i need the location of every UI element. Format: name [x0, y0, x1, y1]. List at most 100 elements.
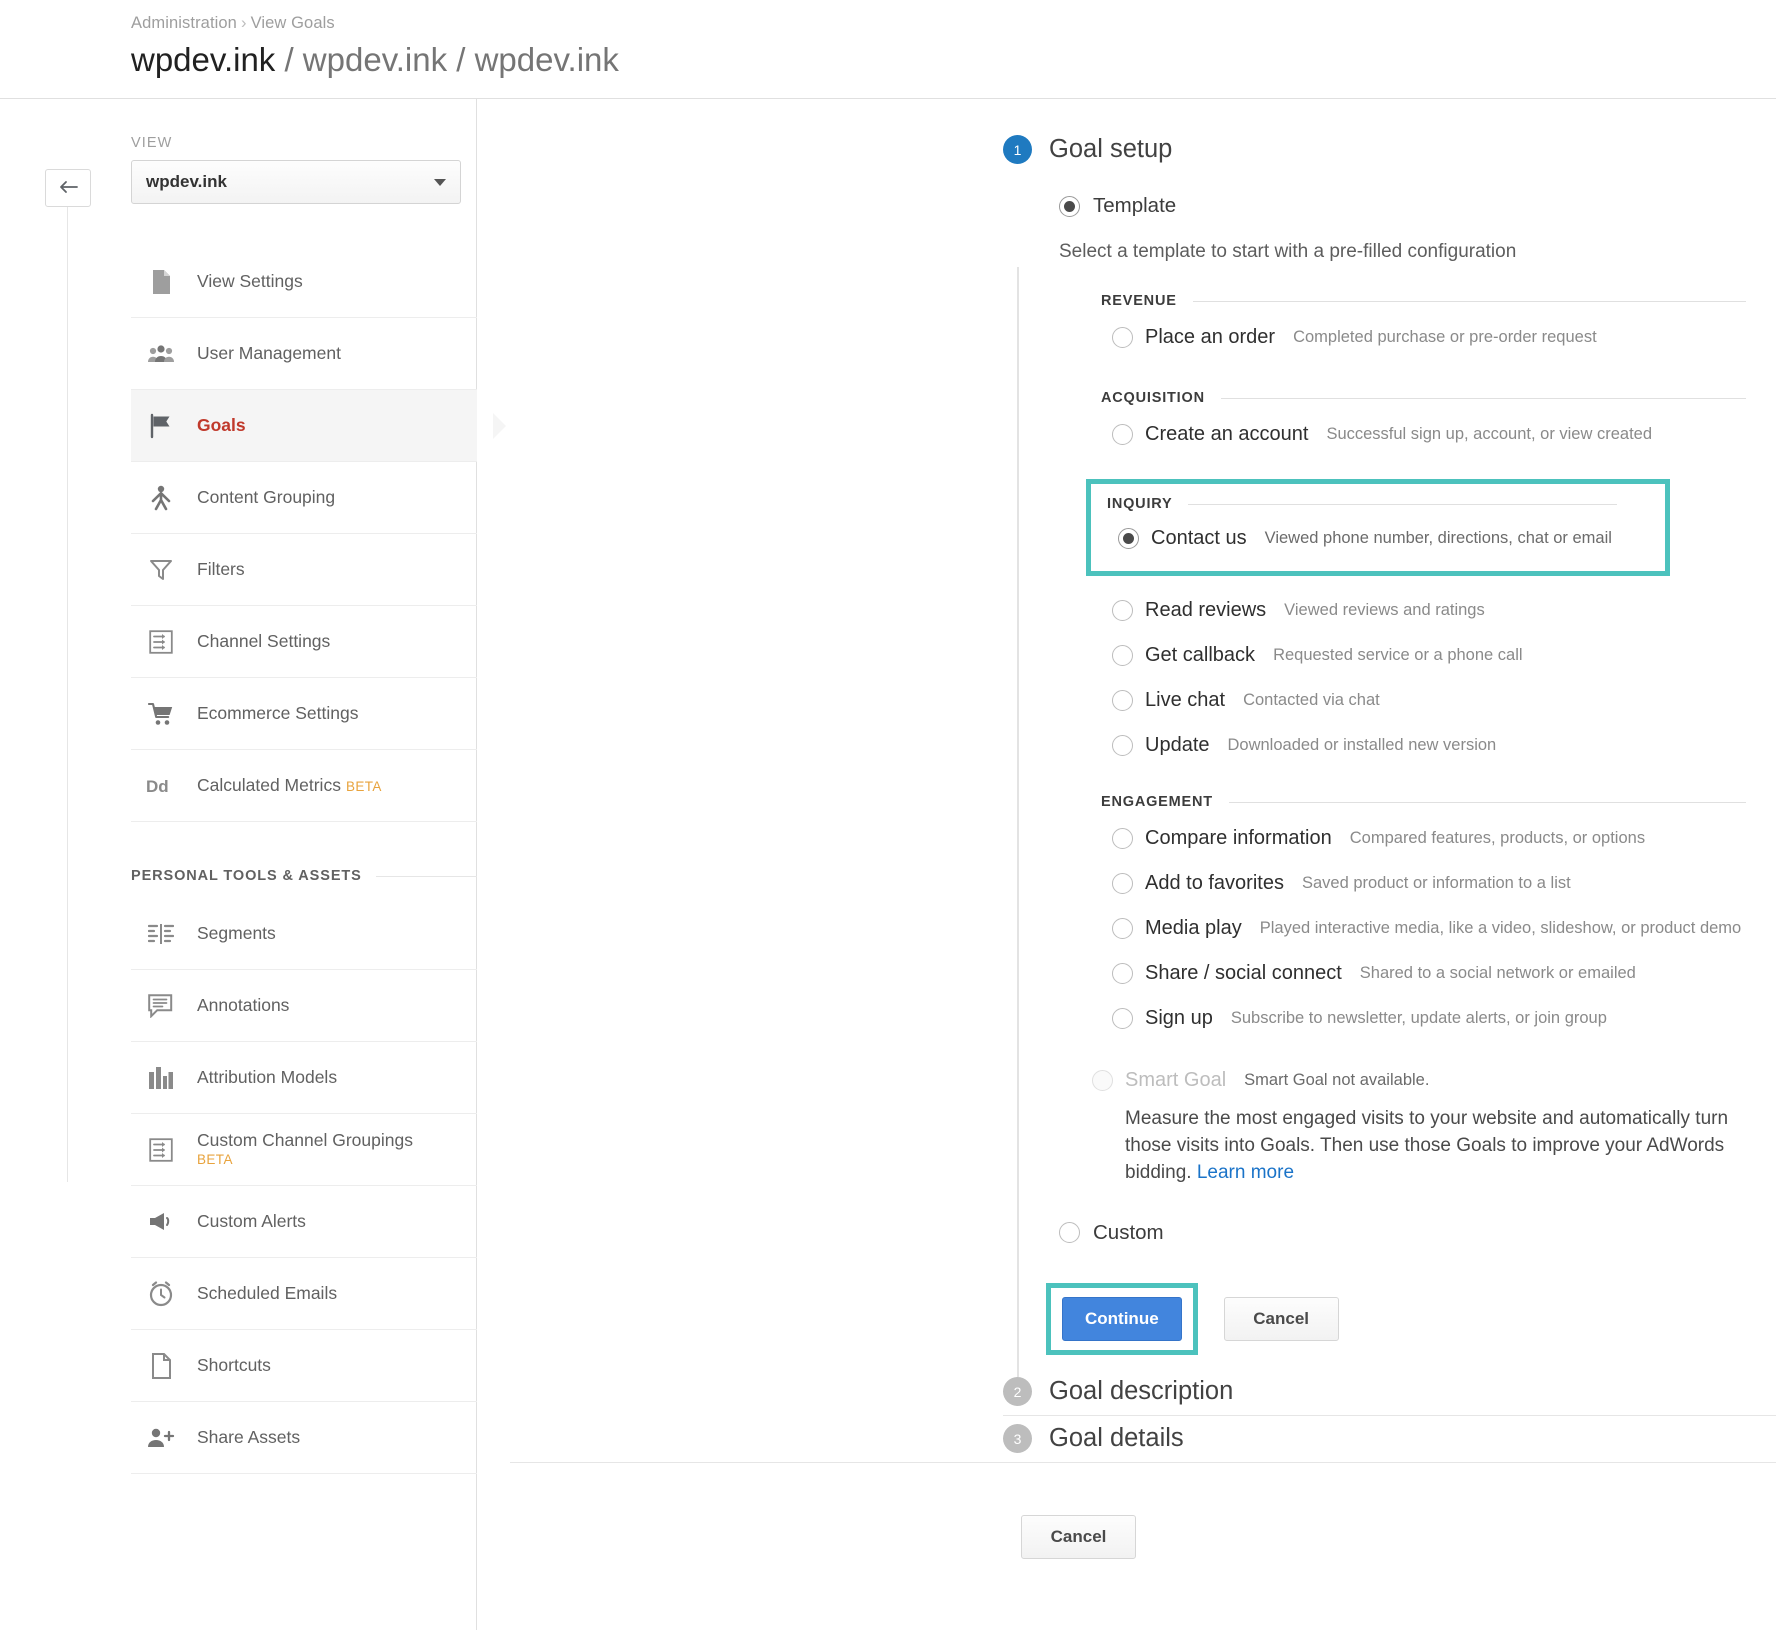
sidebar-item-segments[interactable]: Segments — [131, 898, 477, 970]
option-description: Contacted via chat — [1243, 691, 1380, 709]
breadcrumb-item-view-goals[interactable]: View Goals — [251, 14, 335, 32]
footer-action-bar: Cancel — [510, 1491, 1776, 1559]
group-header-engagement: ENGAGEMENT — [1101, 794, 1776, 810]
sidebar-item-label: Calculated Metrics BETA — [197, 774, 382, 795]
option-radio[interactable] — [1112, 873, 1133, 894]
template-radio[interactable] — [1059, 195, 1080, 217]
sidebar-item-label: Content Grouping — [197, 486, 336, 507]
sidebar-item-label: Filters — [197, 558, 245, 579]
option-radio[interactable] — [1112, 828, 1133, 849]
sidebar-item-user-management[interactable]: User Management — [131, 318, 477, 390]
template-option-get-callback[interactable]: Get callback Requested service or a phon… — [1101, 633, 1776, 678]
option-description: Requested service or a phone call — [1273, 646, 1523, 664]
custom-radio-row[interactable]: Custom — [1003, 1221, 1776, 1245]
option-radio[interactable] — [1118, 528, 1139, 549]
group-rule — [1220, 397, 1746, 399]
sidebar-item-scheduled-emails[interactable]: Scheduled Emails — [131, 1258, 477, 1330]
template-radio-row[interactable]: Template — [1003, 194, 1776, 218]
custom-radio[interactable] — [1059, 1222, 1080, 1244]
sidebar-item-custom-channel-groupings[interactable]: Custom Channel Groupings BETA — [131, 1114, 477, 1186]
step-3-badge: 3 — [1003, 1424, 1032, 1454]
step-divider-bottom — [510, 1461, 1776, 1463]
custom-radio-label: Custom — [1093, 1220, 1164, 1244]
sidebar-item-content-grouping[interactable]: Content Grouping — [131, 462, 477, 534]
option-description: Played interactive media, like a video, … — [1259, 919, 1742, 937]
option-radio[interactable] — [1112, 600, 1133, 621]
template-option-sign-up[interactable]: Sign up Subscribe to newsletter, update … — [1101, 996, 1776, 1041]
option-radio[interactable] — [1112, 327, 1133, 348]
collapse-sidebar-button[interactable] — [45, 169, 91, 207]
sidebar-item-custom-alerts[interactable]: Custom Alerts — [131, 1186, 477, 1258]
sidebar-item-share-assets[interactable]: Share Assets — [131, 1402, 477, 1474]
sidebar-item-shortcuts[interactable]: Shortcuts — [131, 1330, 477, 1402]
chevron-down-icon — [434, 178, 446, 186]
template-option-contact-us[interactable]: Contact us Viewed phone number, directio… — [1107, 516, 1647, 561]
template-option-place-an-order[interactable]: Place an order Completed purchase or pre… — [1101, 315, 1776, 360]
option-name: Create an account — [1145, 423, 1309, 445]
step-1-action-bar: Continue Cancel — [1003, 1282, 1776, 1355]
option-description: Successful sign up, account, or view cre… — [1326, 425, 1653, 443]
option-radio[interactable] — [1112, 690, 1133, 711]
template-option-update[interactable]: Update Downloaded or installed new versi… — [1101, 723, 1776, 768]
group-title: ENGAGEMENT — [1101, 794, 1213, 810]
step-3-header[interactable]: 3 Goal details — [510, 1416, 1776, 1462]
option-radio[interactable] — [1112, 424, 1133, 445]
continue-button[interactable]: Continue — [1062, 1296, 1182, 1341]
sidebar-item-channel-settings[interactable]: Channel Settings — [131, 606, 477, 678]
group-header-revenue: REVENUE — [1101, 293, 1776, 309]
option-name: Compare information — [1145, 827, 1332, 849]
group-rule — [1192, 300, 1746, 302]
option-radio[interactable] — [1112, 918, 1133, 939]
step-2-header[interactable]: 2 Goal description — [510, 1369, 1776, 1415]
option-description: Downloaded or installed new version — [1227, 736, 1497, 754]
sidebar-item-calculated-metrics[interactable]: Dd Calculated Metrics BETA — [131, 750, 477, 822]
option-radio[interactable] — [1112, 735, 1133, 756]
sidebar: VIEW wpdev.ink View Settings User Manage… — [0, 99, 477, 1630]
smart-goal-label: Smart Goal — [1125, 1069, 1227, 1091]
sidebar-item-label: Custom Alerts — [197, 1210, 306, 1231]
option-radio[interactable] — [1112, 645, 1133, 666]
sidebar-item-filters[interactable]: Filters — [131, 534, 477, 606]
option-name: Place an order — [1145, 326, 1276, 348]
option-radio[interactable] — [1112, 1008, 1133, 1029]
template-option-add-to-favorites[interactable]: Add to favorites Saved product or inform… — [1101, 861, 1776, 906]
cancel-button[interactable]: Cancel — [1223, 1296, 1339, 1341]
template-option-live-chat[interactable]: Live chat Contacted via chat — [1101, 678, 1776, 723]
template-group-inquiry: INQUIRY Contact us Viewed phone number, … — [1107, 496, 1647, 561]
sidebar-item-label: Goals — [197, 414, 246, 435]
option-name: Media play — [1145, 917, 1242, 939]
channel-icon — [137, 629, 185, 654]
annotation-icon — [137, 993, 185, 1018]
svg-text:Dd: Dd — [146, 777, 169, 796]
sidebar-item-view-settings[interactable]: View Settings — [131, 246, 477, 318]
template-group-engagement: ENGAGEMENT Compare information Compared … — [1003, 794, 1776, 1041]
template-option-compare-information[interactable]: Compare information Compared features, p… — [1101, 816, 1776, 861]
step-1-title: Goal setup — [1049, 135, 1173, 163]
template-option-share-social-connect[interactable]: Share / social connect Shared to a socia… — [1101, 951, 1776, 996]
step-1-header: 1 Goal setup — [1003, 135, 1776, 164]
breadcrumb-item-administration[interactable]: Administration — [131, 14, 237, 32]
group-header-acquisition: ACQUISITION — [1101, 390, 1776, 406]
sidebar-item-label: Share Assets — [197, 1426, 301, 1447]
sidebar-item-label: Attribution Models — [197, 1066, 338, 1087]
group-rule — [1188, 503, 1617, 505]
sidebar-item-goals[interactable]: Goals — [131, 390, 477, 462]
footer-cancel-button[interactable]: Cancel — [1021, 1514, 1136, 1559]
bar-chart-icon — [137, 1066, 185, 1090]
template-option-media-play[interactable]: Media play Played interactive media, lik… — [1101, 906, 1776, 951]
sidebar-item-label: Scheduled Emails — [197, 1282, 338, 1303]
template-option-read-reviews[interactable]: Read reviews Viewed reviews and ratings — [1101, 588, 1776, 633]
beta-badge: BETA — [345, 778, 382, 794]
option-radio[interactable] — [1112, 963, 1133, 984]
sidebar-item-annotations[interactable]: Annotations — [131, 970, 477, 1042]
sidebar-item-label: View Settings — [197, 270, 303, 291]
template-option-create-an-account[interactable]: Create an account Successful sign up, ac… — [1101, 412, 1776, 457]
option-description: Subscribe to newsletter, update alerts, … — [1230, 1009, 1607, 1027]
megaphone-icon — [137, 1211, 185, 1233]
view-selector[interactable]: wpdev.ink — [131, 160, 461, 204]
page-header: Administration › View Goals wpdev.ink / wp… — [0, 0, 1776, 99]
learn-more-link[interactable]: Learn more — [1197, 1162, 1294, 1183]
sidebar-item-ecommerce-settings[interactable]: Ecommerce Settings — [131, 678, 477, 750]
sidebar-item-attribution-models[interactable]: Attribution Models — [131, 1042, 477, 1114]
users-icon — [137, 344, 185, 364]
